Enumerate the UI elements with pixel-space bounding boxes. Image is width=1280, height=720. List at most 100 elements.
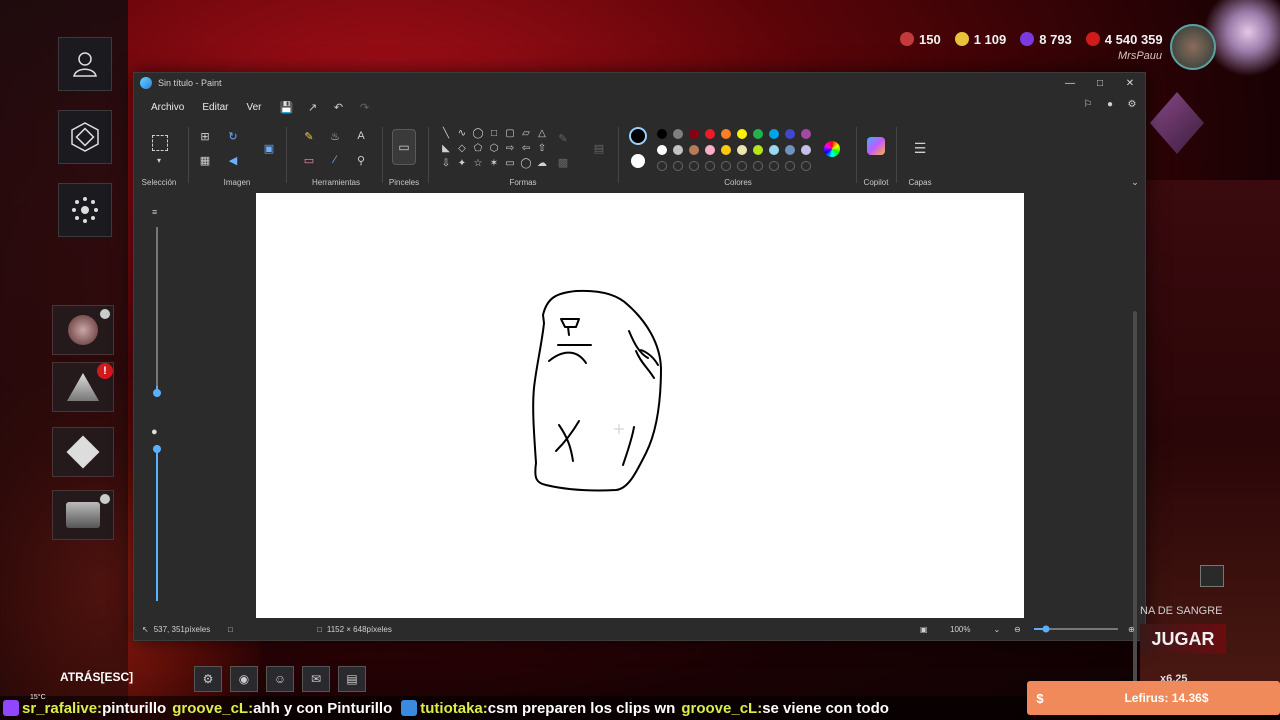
bloodweb-icon[interactable] <box>58 183 112 237</box>
iridescent-shard-icon <box>900 32 914 46</box>
perk-1-icon <box>68 315 98 345</box>
perk-slot-3[interactable] <box>52 427 114 477</box>
menu-archivo[interactable]: Archivo <box>142 102 193 113</box>
rotate-icon[interactable]: ◀ <box>224 151 242 169</box>
cursor-position: ↖ 537, 351píxeles <box>142 625 210 634</box>
chat-user: groove_cL: <box>681 699 763 717</box>
play-button[interactable]: JUGAR <box>1140 624 1226 654</box>
group-tools: ✎ ♨ A ▭ ∕ ⚲ Herramientas <box>294 121 378 189</box>
ribbon: ▾ Selección ⊞ ↻ ▦ ◀ ▣ Imagen ✎ ♨ A ▭ ∕ ⚲… <box>134 121 1145 189</box>
settings-gear-icon[interactable]: ⚙ <box>194 666 222 692</box>
menubar-right: ⚐ ● ⚙ <box>1081 97 1139 111</box>
currency-value: 8 793 <box>1039 31 1072 47</box>
fit-to-window-icon[interactable]: ▣ <box>920 625 928 634</box>
perk-slot-1[interactable] <box>52 305 114 355</box>
vertical-scrollbar[interactable] <box>1133 311 1137 701</box>
mail-icon[interactable]: ✉ <box>302 666 330 692</box>
color-picker-icon[interactable]: ∕ <box>326 151 344 169</box>
chevron-down-icon: ⌄ <box>993 624 1001 634</box>
drawing-canvas[interactable] <box>256 193 1024 618</box>
zoom-in-icon[interactable]: ⊕ <box>1128 625 1135 634</box>
perk-slot-4[interactable] <box>52 490 114 540</box>
redo-icon[interactable]: ↷ <box>355 97 375 117</box>
minimize-button[interactable]: — <box>1055 73 1085 93</box>
dollar-icon: $ <box>1036 690 1044 706</box>
chat-message: pinturillo <box>102 699 167 717</box>
group-label: Capas <box>908 178 932 187</box>
magnifier-icon[interactable]: ⚲ <box>352 151 370 169</box>
announcement-icon[interactable]: ⚐ <box>1081 97 1095 111</box>
zoom-out-icon[interactable]: ⊖ <box>1014 625 1021 634</box>
title-bar[interactable]: Sin título - Paint — □ ✕ <box>134 73 1145 93</box>
blood-label: NA DE SANGRE <box>1140 605 1223 617</box>
collapse-ribbon-chevron-icon[interactable]: ⌄ <box>1126 173 1144 191</box>
right-mini-panel[interactable] <box>1200 565 1224 587</box>
zoom-slider[interactable] <box>1032 625 1120 633</box>
text-icon[interactable]: A <box>352 127 370 145</box>
perk-slot-2[interactable]: ! <box>52 362 114 412</box>
account-icon[interactable]: ● <box>1103 97 1117 111</box>
settings-gear-icon[interactable]: ⚙ <box>1125 97 1139 111</box>
twitch-icon <box>3 700 19 716</box>
group-copilot: Copilot <box>858 121 894 189</box>
perk-2-icon <box>67 373 99 401</box>
loadout-icon[interactable] <box>58 110 112 164</box>
pencil-icon[interactable]: ✎ <box>300 127 318 145</box>
menu-editar[interactable]: Editar <box>193 102 237 113</box>
currency-value: 150 <box>919 31 941 47</box>
currency-auric-cells: 1 109 <box>954 31 1007 47</box>
stats-icon[interactable]: ▤ <box>338 666 366 692</box>
close-button[interactable]: ✕ <box>1115 73 1145 93</box>
eraser-icon[interactable]: ▭ <box>300 151 318 169</box>
doodle-drawing <box>532 289 662 492</box>
chat-user: sr_rafalive: <box>22 699 103 717</box>
selection-dashed-icon: □ <box>228 624 233 634</box>
divider <box>286 127 287 183</box>
group-label: Copilot <box>863 178 889 187</box>
crop-icon[interactable]: ⊞ <box>196 127 214 145</box>
donation-text: Lefirus: 14.36$ <box>1124 691 1209 705</box>
group-brushes: Pinceles <box>384 121 424 189</box>
divider <box>428 127 429 183</box>
resize-icon[interactable]: ↻ <box>224 127 242 145</box>
rift-fragment-icon <box>1020 32 1035 46</box>
eye-icon[interactable]: ◉ <box>230 666 258 692</box>
game-tabs: ⚙ ◉ ☺ ✉ ▤ <box>194 666 366 692</box>
menu-ver[interactable]: Ver <box>237 102 270 113</box>
group-label: Imagen <box>223 178 251 187</box>
paint-window: Sin título - Paint — □ ✕ Archivo Editar … <box>133 72 1146 701</box>
image-remove-bg-icon[interactable]: ▣ <box>260 139 278 157</box>
maximize-button[interactable]: □ <box>1085 73 1115 93</box>
currency-shards: 150 <box>900 32 941 47</box>
selection-size: □ <box>228 625 233 634</box>
currency-value: 1 109 <box>973 31 1007 47</box>
back-key: [ESC] <box>100 670 134 684</box>
currency-bloodpoints: 4 540 359 <box>1085 32 1163 47</box>
selection-rect-icon[interactable] <box>152 135 168 151</box>
select-all-icon[interactable]: ▦ <box>196 151 214 169</box>
share-icon[interactable]: ↗ <box>303 97 323 117</box>
back-button[interactable]: ATRÁS[ESC] <box>60 670 133 684</box>
group-label: Herramientas <box>311 178 360 187</box>
fill-icon[interactable]: ♨ <box>326 127 344 145</box>
chat-message: se viene con todo <box>762 699 889 717</box>
group-layers: Capas <box>900 121 940 189</box>
chevron-down-icon[interactable]: ▾ <box>150 151 168 169</box>
zoom-dropdown[interactable]: 100% ⌄ <box>950 625 1000 634</box>
friends-icon[interactable]: ☺ <box>266 666 294 692</box>
window-controls: — □ ✕ <box>1055 73 1145 93</box>
group-label: Colores <box>724 178 752 187</box>
divider <box>188 127 189 183</box>
group-selection: ▾ Selección <box>134 121 184 189</box>
avatar[interactable] <box>1170 24 1216 70</box>
chat-message: ahh y con Pinturillo <box>253 699 393 717</box>
save-icon[interactable]: 💾 <box>277 97 297 117</box>
group-label: Formas <box>509 178 537 187</box>
brush-size-slider[interactable]: ≡ ● <box>150 201 164 601</box>
group-image: ⊞ ↻ ▦ ◀ ▣ Imagen <box>190 121 284 189</box>
undo-icon[interactable]: ↶ <box>329 97 349 117</box>
status-bar: ↖ 537, 351píxeles □ □ 1152 × 648píxeles … <box>134 618 1145 640</box>
chat-user: groove_cL: <box>172 699 254 717</box>
character-icon[interactable] <box>58 37 112 91</box>
game-left-menu <box>0 0 128 720</box>
